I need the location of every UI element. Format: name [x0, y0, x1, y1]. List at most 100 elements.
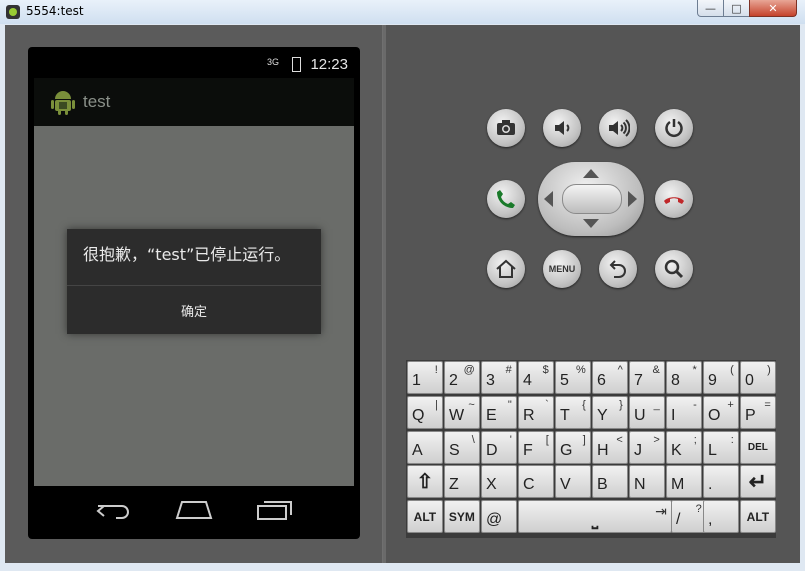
key-p[interactable]: P = [740, 395, 776, 429]
dpad-down-icon[interactable] [583, 219, 599, 228]
key-9[interactable]: 9( [703, 361, 739, 394]
key-c[interactable]: C [518, 465, 554, 499]
key-label: N [634, 476, 646, 494]
recent-apps-nav-icon[interactable] [256, 498, 294, 522]
key-5[interactable]: 5% [555, 361, 591, 394]
key-shift[interactable]: ⇧ [407, 465, 443, 499]
key-label: ⇧ [416, 471, 434, 494]
key-alt-label: * [692, 364, 697, 376]
key-alt-label: & [652, 364, 660, 376]
key-n[interactable]: N [629, 465, 665, 499]
key-o[interactable]: O + [703, 395, 739, 429]
dpad-center-button[interactable] [562, 184, 622, 214]
key-at[interactable]: @ [481, 500, 517, 534]
key-label: G [560, 441, 573, 459]
key-label: 3 [486, 372, 495, 389]
back-button[interactable] [599, 250, 637, 288]
key-l[interactable]: L: [703, 430, 739, 464]
home-nav-icon[interactable] [174, 498, 214, 522]
key-m[interactable]: M [666, 465, 702, 499]
key-alt-right[interactable]: ALT [740, 500, 776, 534]
close-button[interactable]: ✕ [749, 0, 797, 17]
dpad-right-icon[interactable] [628, 191, 637, 207]
key-4[interactable]: 4 $ [518, 361, 554, 394]
key-label: R [523, 406, 535, 424]
volume-down-button[interactable] [543, 109, 581, 147]
key-label: B [597, 476, 608, 494]
home-button[interactable] [487, 250, 525, 288]
key-8[interactable]: 8 * [666, 361, 702, 394]
key-label: SYM [448, 509, 475, 524]
key-[interactable]: . [703, 465, 739, 499]
key-0[interactable]: 0) [740, 361, 776, 394]
key-a[interactable]: A [407, 430, 443, 464]
key-x[interactable]: X [481, 465, 517, 499]
key-e[interactable]: E " [481, 395, 517, 429]
android-app-icon [6, 5, 20, 19]
end-call-icon [664, 197, 684, 204]
key-1[interactable]: 1! [407, 361, 443, 394]
key-s[interactable]: S \ [444, 430, 480, 464]
key-t[interactable]: T{ [555, 395, 591, 429]
power-button[interactable] [655, 109, 693, 147]
search-button[interactable] [655, 250, 693, 288]
key-2[interactable]: 2 @ [444, 361, 480, 394]
key-r[interactable]: R ` [518, 395, 554, 429]
key-label: T [560, 406, 570, 424]
key-j[interactable]: J > [629, 430, 665, 464]
key-label: Y [597, 406, 608, 424]
status-clock: 12:23 [310, 56, 348, 73]
window-titlebar: 5554:test — □ ✕ [0, 0, 805, 24]
key-q[interactable]: Q | [407, 395, 443, 429]
key-sym[interactable]: SYM [444, 500, 480, 534]
key-i[interactable]: I- [666, 395, 702, 429]
key-label: ↵ [748, 468, 768, 494]
key-h[interactable]: H < [592, 430, 628, 464]
key-label: W [449, 406, 465, 424]
key-enter[interactable]: ↵ [740, 465, 776, 499]
end-call-button[interactable] [655, 180, 693, 218]
key-g[interactable]: G] [555, 430, 591, 464]
key-delete[interactable]: DEL [740, 430, 776, 464]
key-alt-left[interactable]: ALT [407, 500, 443, 534]
key-alt-label: { [582, 398, 586, 411]
key-y[interactable]: Y} [592, 395, 628, 429]
dpad[interactable] [538, 162, 644, 236]
key-k[interactable]: K; [666, 430, 702, 464]
dialog-ok-button[interactable]: 确定 [67, 286, 321, 334]
battery-icon [292, 57, 301, 72]
close-icon: ✕ [768, 1, 778, 15]
key-label: ALT [413, 509, 437, 524]
key-label: 4 [523, 372, 532, 389]
key-u[interactable]: U _ [629, 395, 665, 429]
camera-button[interactable] [487, 109, 525, 147]
android-nav-bar [34, 486, 354, 536]
key-w[interactable]: W ~ [444, 395, 480, 429]
key-slash[interactable]: /? [671, 500, 707, 534]
key-d[interactable]: D ' [481, 430, 517, 464]
key-comma[interactable]: , [703, 500, 739, 534]
key-alt-label: ] [582, 433, 586, 446]
key-3[interactable]: 3 # [481, 361, 517, 394]
key-label: / [676, 511, 681, 529]
key-7[interactable]: 7 & [629, 361, 665, 394]
volume-up-button[interactable] [599, 109, 637, 147]
key-label: D [486, 441, 498, 459]
dpad-left-icon[interactable] [544, 191, 553, 207]
maximize-button[interactable]: □ [723, 0, 750, 17]
key-alt-label: : [730, 433, 734, 446]
key-alt-label: ( [730, 364, 734, 376]
menu-button[interactable]: MENU [543, 250, 581, 288]
key-6[interactable]: 6 ^ [592, 361, 628, 394]
key-v[interactable]: V [555, 465, 591, 499]
app-action-bar: test [34, 78, 354, 126]
minimize-button[interactable]: — [697, 0, 724, 17]
dpad-up-icon[interactable] [583, 169, 599, 178]
android-status-bar: 3G 12:23 [34, 52, 354, 78]
key-b[interactable]: B [592, 465, 628, 499]
key-z[interactable]: Z [444, 465, 480, 499]
key-f[interactable]: F[ [518, 430, 554, 464]
back-nav-icon[interactable] [96, 500, 132, 522]
call-button[interactable] [487, 180, 525, 218]
key-space[interactable]: ⎵ ⇥ [518, 500, 672, 534]
